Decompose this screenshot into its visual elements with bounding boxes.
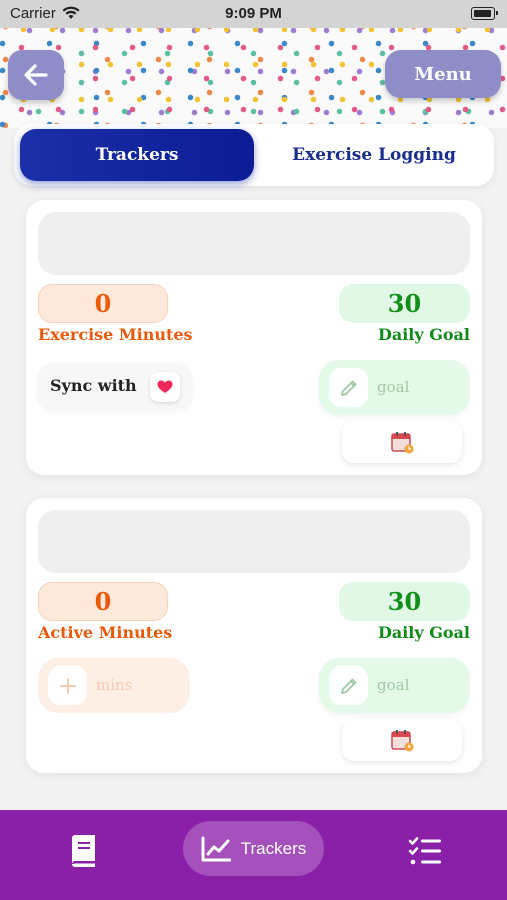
goal-input[interactable]: goal — [319, 658, 470, 713]
pencil-button[interactable] — [329, 666, 368, 705]
heart-icon — [157, 380, 173, 393]
nav-checklist-button[interactable] — [404, 830, 446, 872]
exercise-minutes-value: 0 — [38, 284, 168, 323]
status-time: 9:09 PM — [225, 5, 282, 22]
book-icon — [72, 835, 95, 867]
bottom-nav: Trackers — [0, 810, 507, 900]
daily-goal-value: 30 — [339, 582, 470, 621]
sync-health-button[interactable]: Sync with — [38, 363, 192, 409]
calendar-button[interactable] — [342, 719, 462, 761]
daily-goal-label: Daily Goal — [377, 623, 470, 642]
progress-bar — [38, 212, 470, 275]
add-minutes-button[interactable] — [48, 666, 87, 705]
active-minutes-card: 0 30 Active Minutes Daily Goal mins goal — [26, 498, 482, 773]
arrow-left-icon — [24, 64, 48, 86]
nav-trackers-button[interactable]: Trackers — [183, 821, 324, 876]
exercise-minutes-card: 0 30 Exercise Minutes Daily Goal Sync wi… — [26, 200, 482, 475]
nav-journal-button[interactable] — [62, 830, 104, 872]
calendar-icon — [391, 432, 414, 454]
chart-line-icon — [201, 836, 231, 861]
plus-icon — [59, 677, 76, 694]
health-app-icon — [150, 372, 180, 402]
pencil-icon — [340, 678, 356, 694]
active-minutes-value: 0 — [38, 582, 168, 621]
daily-goal-label: Daily Goal — [377, 325, 470, 344]
mins-placeholder: mins — [96, 676, 133, 694]
progress-bar — [38, 510, 470, 573]
tab-switch: Trackers Exercise Logging — [14, 124, 494, 186]
tab-trackers[interactable]: Trackers — [20, 129, 254, 181]
calendar-button[interactable] — [342, 421, 462, 463]
status-bar: Carrier 9:09 PM — [0, 0, 507, 28]
goal-placeholder: goal — [377, 676, 410, 694]
checklist-icon — [408, 837, 441, 865]
goal-placeholder: goal — [377, 378, 410, 396]
sync-label: Sync with — [50, 376, 137, 395]
tab-exercise-logging[interactable]: Exercise Logging — [260, 129, 488, 181]
calendar-icon — [391, 730, 414, 752]
mins-input[interactable]: mins — [38, 658, 190, 713]
menu-button[interactable]: Menu — [385, 50, 501, 98]
daily-goal-value: 30 — [339, 284, 470, 323]
active-minutes-label: Active Minutes — [38, 623, 173, 642]
pencil-button[interactable] — [329, 368, 368, 407]
battery-icon — [471, 7, 498, 20]
back-button[interactable] — [8, 50, 64, 100]
goal-input[interactable]: goal — [319, 360, 470, 415]
nav-trackers-label: Trackers — [240, 838, 307, 858]
exercise-minutes-label: Exercise Minutes — [38, 325, 193, 344]
pencil-icon — [340, 380, 356, 396]
